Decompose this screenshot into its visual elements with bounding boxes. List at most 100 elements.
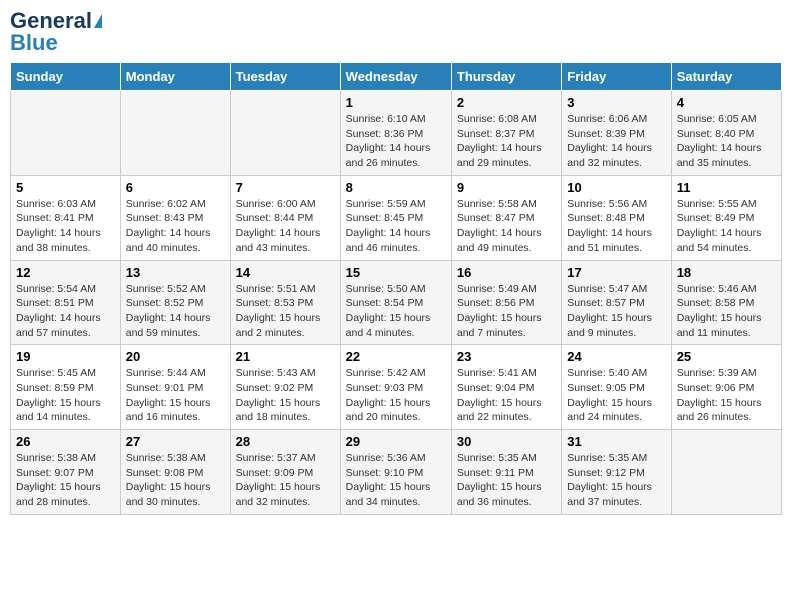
day-number: 23	[457, 349, 556, 364]
calendar-cell: 17 Sunrise: 5:47 AM Sunset: 8:57 PM Dayli…	[562, 260, 671, 345]
column-header-thursday: Thursday	[451, 63, 561, 91]
logo-text-general: General	[10, 10, 92, 32]
day-number: 16	[457, 265, 556, 280]
day-info: Sunrise: 5:58 AM Sunset: 8:47 PM Dayligh…	[457, 197, 556, 256]
calendar-cell: 13Sunrise: 5:52 AM Sunset: 8:52 PM Dayli…	[120, 260, 230, 345]
calendar-cell: 30Sunrise: 5:35 AM Sunset: 9:11 PM Dayli…	[451, 430, 561, 515]
day-info: Sunrise: 5:36 AM Sunset: 9:10 PM Dayligh…	[346, 451, 446, 510]
day-info: Sunrise: 6:10 AM Sunset: 8:36 PM Dayligh…	[346, 112, 446, 171]
calendar-cell	[11, 91, 121, 176]
day-number: 22	[346, 349, 446, 364]
column-header-wednesday: Wednesday	[340, 63, 451, 91]
day-info: Sunrise: 5:46 AM Sunset: 8:58 PM Dayligh…	[677, 282, 776, 341]
day-info: Sunrise: 6:05 AM Sunset: 8:40 PM Dayligh…	[677, 112, 776, 171]
day-info: Sunrise: 5:59 AM Sunset: 8:45 PM Dayligh…	[346, 197, 446, 256]
calendar-cell: 20 Sunrise: 5:44 AM Sunset: 9:01 PM Dayli…	[120, 345, 230, 430]
day-number: 20	[126, 349, 225, 364]
calendar-cell: 14 Sunrise: 5:51 AM Sunset: 8:53 PM Dayli…	[230, 260, 340, 345]
column-header-sunday: Sunday	[11, 63, 121, 91]
calendar-cell	[671, 430, 781, 515]
calendar-cell: 8 Sunrise: 5:59 AM Sunset: 8:45 PM Daylig…	[340, 175, 451, 260]
calendar-cell: 6Sunrise: 6:02 AM Sunset: 8:43 PM Daylig…	[120, 175, 230, 260]
calendar-cell: 4 Sunrise: 6:05 AM Sunset: 8:40 PM Daylig…	[671, 91, 781, 176]
calendar-cell: 29 Sunrise: 5:36 AM Sunset: 9:10 PM Dayli…	[340, 430, 451, 515]
day-info: Sunrise: 6:00 AM Sunset: 8:44 PM Dayligh…	[236, 197, 335, 256]
calendar-cell: 5Sunrise: 6:03 AM Sunset: 8:41 PM Daylig…	[11, 175, 121, 260]
calendar-cell: 31 Sunrise: 5:35 AM Sunset: 9:12 PM Dayli…	[562, 430, 671, 515]
day-number: 28	[236, 434, 335, 449]
day-number: 14	[236, 265, 335, 280]
day-number: 10	[567, 180, 665, 195]
calendar-cell: 22 Sunrise: 5:42 AM Sunset: 9:03 PM Dayli…	[340, 345, 451, 430]
calendar-cell: 24 Sunrise: 5:40 AM Sunset: 9:05 PM Dayli…	[562, 345, 671, 430]
calendar-cell: 11Sunrise: 5:55 AM Sunset: 8:49 PM Dayli…	[671, 175, 781, 260]
day-number: 9	[457, 180, 556, 195]
day-number: 4	[677, 95, 776, 110]
day-number: 21	[236, 349, 335, 364]
day-info: Sunrise: 6:08 AM Sunset: 8:37 PM Dayligh…	[457, 112, 556, 171]
day-number: 27	[126, 434, 225, 449]
calendar-cell: 27 Sunrise: 5:38 AM Sunset: 9:08 PM Dayli…	[120, 430, 230, 515]
column-header-friday: Friday	[562, 63, 671, 91]
day-number: 26	[16, 434, 115, 449]
day-number: 2	[457, 95, 556, 110]
day-number: 31	[567, 434, 665, 449]
day-info: Sunrise: 5:38 AM Sunset: 9:08 PM Dayligh…	[126, 451, 225, 510]
calendar-cell	[120, 91, 230, 176]
day-number: 3	[567, 95, 665, 110]
column-header-monday: Monday	[120, 63, 230, 91]
day-info: Sunrise: 6:06 AM Sunset: 8:39 PM Dayligh…	[567, 112, 665, 171]
calendar-cell: 19Sunrise: 5:45 AM Sunset: 8:59 PM Dayli…	[11, 345, 121, 430]
day-info: Sunrise: 6:02 AM Sunset: 8:43 PM Dayligh…	[126, 197, 225, 256]
day-info: Sunrise: 5:43 AM Sunset: 9:02 PM Dayligh…	[236, 366, 335, 425]
calendar-cell: 7 Sunrise: 6:00 AM Sunset: 8:44 PM Daylig…	[230, 175, 340, 260]
day-info: Sunrise: 5:38 AM Sunset: 9:07 PM Dayligh…	[16, 451, 115, 510]
calendar-header-row: SundayMondayTuesdayWednesdayThursdayFrid…	[11, 63, 782, 91]
day-number: 7	[236, 180, 335, 195]
day-number: 11	[677, 180, 776, 195]
day-info: Sunrise: 5:44 AM Sunset: 9:01 PM Dayligh…	[126, 366, 225, 425]
calendar-cell	[230, 91, 340, 176]
day-number: 17	[567, 265, 665, 280]
day-info: Sunrise: 5:56 AM Sunset: 8:48 PM Dayligh…	[567, 197, 665, 256]
calendar-cell: 12 Sunrise: 5:54 AM Sunset: 8:51 PM Dayli…	[11, 260, 121, 345]
day-number: 29	[346, 434, 446, 449]
calendar-week-row: 26 Sunrise: 5:38 AM Sunset: 9:07 PM Dayli…	[11, 430, 782, 515]
calendar-cell: 23 Sunrise: 5:41 AM Sunset: 9:04 PM Dayli…	[451, 345, 561, 430]
calendar-cell: 9 Sunrise: 5:58 AM Sunset: 8:47 PM Daylig…	[451, 175, 561, 260]
day-info: Sunrise: 5:49 AM Sunset: 8:56 PM Dayligh…	[457, 282, 556, 341]
day-number: 1	[346, 95, 446, 110]
logo-triangle-icon	[94, 14, 102, 28]
day-info: Sunrise: 5:37 AM Sunset: 9:09 PM Dayligh…	[236, 451, 335, 510]
day-info: Sunrise: 5:42 AM Sunset: 9:03 PM Dayligh…	[346, 366, 446, 425]
day-info: Sunrise: 5:50 AM Sunset: 8:54 PM Dayligh…	[346, 282, 446, 341]
day-info: Sunrise: 5:51 AM Sunset: 8:53 PM Dayligh…	[236, 282, 335, 341]
calendar-cell: 25 Sunrise: 5:39 AM Sunset: 9:06 PM Dayli…	[671, 345, 781, 430]
calendar-cell: 2 Sunrise: 6:08 AM Sunset: 8:37 PM Daylig…	[451, 91, 561, 176]
day-number: 12	[16, 265, 115, 280]
calendar-cell: 28 Sunrise: 5:37 AM Sunset: 9:09 PM Dayli…	[230, 430, 340, 515]
day-info: Sunrise: 5:47 AM Sunset: 8:57 PM Dayligh…	[567, 282, 665, 341]
day-info: Sunrise: 5:54 AM Sunset: 8:51 PM Dayligh…	[16, 282, 115, 341]
day-number: 15	[346, 265, 446, 280]
calendar-week-row: 19Sunrise: 5:45 AM Sunset: 8:59 PM Dayli…	[11, 345, 782, 430]
day-number: 30	[457, 434, 556, 449]
calendar-cell: 3 Sunrise: 6:06 AM Sunset: 8:39 PM Daylig…	[562, 91, 671, 176]
day-info: Sunrise: 5:40 AM Sunset: 9:05 PM Dayligh…	[567, 366, 665, 425]
calendar-cell: 21 Sunrise: 5:43 AM Sunset: 9:02 PM Dayli…	[230, 345, 340, 430]
page-header: General Blue	[10, 10, 782, 54]
day-number: 24	[567, 349, 665, 364]
logo-text-blue: Blue	[10, 32, 58, 54]
day-info: Sunrise: 5:39 AM Sunset: 9:06 PM Dayligh…	[677, 366, 776, 425]
day-info: Sunrise: 5:52 AM Sunset: 8:52 PM Dayligh…	[126, 282, 225, 341]
calendar-week-row: 5Sunrise: 6:03 AM Sunset: 8:41 PM Daylig…	[11, 175, 782, 260]
day-info: Sunrise: 5:35 AM Sunset: 9:12 PM Dayligh…	[567, 451, 665, 510]
day-number: 25	[677, 349, 776, 364]
day-number: 8	[346, 180, 446, 195]
calendar-cell: 10 Sunrise: 5:56 AM Sunset: 8:48 PM Dayli…	[562, 175, 671, 260]
calendar-cell: 15 Sunrise: 5:50 AM Sunset: 8:54 PM Dayli…	[340, 260, 451, 345]
day-number: 18	[677, 265, 776, 280]
logo: General Blue	[10, 10, 102, 54]
day-info: Sunrise: 5:41 AM Sunset: 9:04 PM Dayligh…	[457, 366, 556, 425]
calendar-table: SundayMondayTuesdayWednesdayThursdayFrid…	[10, 62, 782, 515]
